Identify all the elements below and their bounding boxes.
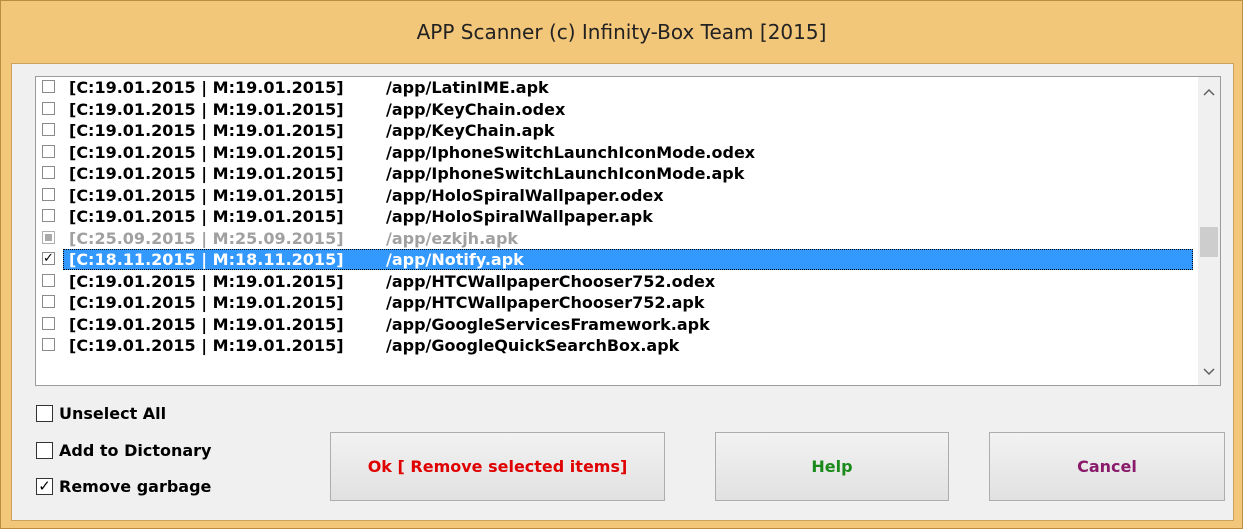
- row-checkbox[interactable]: [42, 273, 55, 287]
- list-item[interactable]: [C:19.01.2015 | M:19.01.2015] /app/Google…: [36, 314, 1198, 336]
- cancel-button[interactable]: Cancel: [989, 432, 1225, 501]
- row-dates: [C:19.01.2015 | M:19.01.2015]: [69, 314, 344, 334]
- list-rows: [C:19.01.2015 | M:19.01.2015] /app/LatinI…: [36, 77, 1198, 357]
- row-dates: [C:18.11.2015 | M:18.11.2015]: [69, 250, 344, 270]
- checkbox-box[interactable]: [36, 405, 53, 422]
- cancel-button-label: Cancel: [1077, 457, 1137, 476]
- list-item[interactable]: [C:19.01.2015 | M:19.01.2015] /app/Iphone…: [36, 163, 1198, 185]
- row-dates: [C:19.01.2015 | M:19.01.2015]: [69, 164, 344, 184]
- unselect-all-label: Unselect All: [59, 404, 167, 423]
- remove-garbage-checkbox[interactable]: ✓ Remove garbage: [36, 477, 211, 496]
- list-item[interactable]: [C:19.01.2015 | M:19.01.2015] /app/HoloSp…: [36, 185, 1198, 207]
- checkbox-box[interactable]: ✓: [36, 478, 53, 495]
- row-checkbox[interactable]: ✓: [42, 252, 55, 265]
- row-dates: [C:19.01.2015 | M:19.01.2015]: [69, 99, 344, 119]
- row-checkbox[interactable]: [42, 166, 55, 179]
- row-path: /app/IphoneSwitchLaunchIconMode.odex: [386, 142, 756, 162]
- row-dates: [C:19.01.2015 | M:19.01.2015]: [69, 207, 344, 227]
- row-path: /app/KeyChain.odex: [386, 99, 566, 119]
- row-checkbox[interactable]: [42, 316, 55, 330]
- row-checkbox[interactable]: [42, 295, 55, 308]
- title-bar[interactable]: APP Scanner (c) Infinity-Box Team [2015]: [1, 1, 1242, 63]
- list-item[interactable]: [C:19.01.2015 | M:19.01.2015] /app/Google…: [36, 335, 1198, 357]
- row-checkbox[interactable]: [42, 187, 55, 201]
- list-item[interactable]: [C:19.01.2015 | M:19.01.2015] /app/KeyCha…: [36, 120, 1198, 142]
- row-checkbox[interactable]: [42, 144, 55, 158]
- list-item[interactable]: ✓ [C:18.11.2015 | M:18.11.2015] /app/Notif…: [36, 249, 1198, 271]
- row-dates: [C:19.01.2015 | M:19.01.2015]: [69, 185, 344, 205]
- row-path: /app/IphoneSwitchLaunchIconMode.apk: [386, 164, 745, 184]
- help-button[interactable]: Help: [715, 432, 949, 501]
- row-path: /app/HTCWallpaperChooser752.apk: [386, 293, 705, 313]
- row-path: /app/LatinIME.apk: [386, 78, 549, 98]
- row-path: /app/Notify.apk: [386, 250, 524, 270]
- remove-garbage-label: Remove garbage: [59, 477, 212, 496]
- chevron-up-icon[interactable]: [1198, 81, 1220, 103]
- row-path: /app/KeyChain.apk: [386, 121, 555, 141]
- row-checkbox[interactable]: [42, 209, 55, 222]
- row-path: /app/GoogleServicesFramework.apk: [386, 314, 710, 334]
- row-path: /app/HoloSpiralWallpaper.apk: [386, 207, 653, 227]
- row-checkbox[interactable]: [42, 101, 55, 115]
- row-path: /app/HoloSpiralWallpaper.odex: [386, 185, 664, 205]
- row-checkbox[interactable]: [42, 123, 55, 136]
- app-file-listbox[interactable]: [C:19.01.2015 | M:19.01.2015] /app/LatinI…: [35, 76, 1221, 386]
- vertical-scrollbar[interactable]: [1198, 77, 1220, 385]
- row-dates: [C:19.01.2015 | M:19.01.2015]: [69, 121, 344, 141]
- row-dates: [C:25.09.2015 | M:25.09.2015]: [69, 228, 344, 248]
- add-to-dictionary-checkbox[interactable]: Add to Dictonary: [36, 441, 211, 460]
- list-item[interactable]: [C:25.09.2015 | M:25.09.2015] /app/ezkjh.…: [36, 228, 1198, 250]
- row-path: /app/ezkjh.apk: [386, 228, 519, 248]
- row-checkbox[interactable]: [42, 80, 55, 93]
- window-title: APP Scanner (c) Infinity-Box Team [2015]: [416, 20, 827, 44]
- client-area: [C:19.01.2015 | M:19.01.2015] /app/LatinI…: [11, 63, 1234, 521]
- list-item[interactable]: [C:19.01.2015 | M:19.01.2015] /app/Iphone…: [36, 142, 1198, 164]
- row-dates: [C:19.01.2015 | M:19.01.2015]: [69, 78, 344, 98]
- help-button-label: Help: [811, 457, 853, 476]
- checkbox-box[interactable]: [36, 442, 53, 459]
- list-item[interactable]: [C:19.01.2015 | M:19.01.2015] /app/KeyCha…: [36, 99, 1198, 121]
- row-dates: [C:19.01.2015 | M:19.01.2015]: [69, 142, 344, 162]
- row-dates: [C:19.01.2015 | M:19.01.2015]: [69, 293, 344, 313]
- chevron-down-icon[interactable]: [1198, 361, 1220, 383]
- row-path: /app/GoogleQuickSearchBox.apk: [386, 336, 680, 356]
- unselect-all-checkbox[interactable]: Unselect All: [36, 404, 166, 423]
- scrollbar-thumb[interactable]: [1200, 227, 1218, 257]
- row-dates: [C:19.01.2015 | M:19.01.2015]: [69, 336, 344, 356]
- add-to-dictionary-label: Add to Dictonary: [59, 441, 212, 460]
- row-dates: [C:19.01.2015 | M:19.01.2015]: [69, 271, 344, 291]
- row-checkbox[interactable]: [42, 338, 55, 351]
- list-item[interactable]: [C:19.01.2015 | M:19.01.2015] /app/HTCWal…: [36, 292, 1198, 314]
- ok-remove-selected-button[interactable]: Ok [ Remove selected items]: [330, 432, 665, 501]
- list-item[interactable]: [C:19.01.2015 | M:19.01.2015] /app/HoloSp…: [36, 206, 1198, 228]
- list-item[interactable]: [C:19.01.2015 | M:19.01.2015] /app/HTCWal…: [36, 271, 1198, 293]
- ok-button-label: Ok [ Remove selected items]: [367, 457, 628, 476]
- row-checkbox[interactable]: [42, 230, 55, 244]
- row-path: /app/HTCWallpaperChooser752.odex: [386, 271, 716, 291]
- app-scanner-window: APP Scanner (c) Infinity-Box Team [2015]…: [0, 0, 1243, 529]
- list-item[interactable]: [C:19.01.2015 | M:19.01.2015] /app/LatinI…: [36, 77, 1198, 99]
